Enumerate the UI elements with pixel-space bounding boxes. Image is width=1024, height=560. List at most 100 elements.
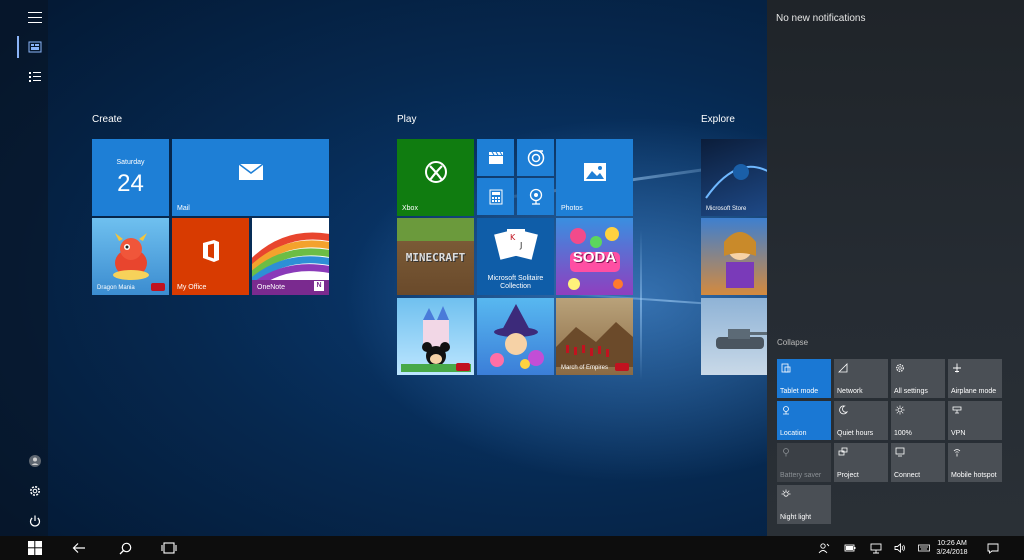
project-icon xyxy=(838,447,848,456)
user-account-icon[interactable] xyxy=(26,452,44,470)
game-badge-icon xyxy=(615,363,629,371)
people-icon[interactable] xyxy=(818,542,830,554)
notifications-icon[interactable] xyxy=(987,542,999,554)
task-view-icon xyxy=(161,542,177,554)
quick-action-label: Mobile hotspot xyxy=(951,472,997,479)
quick-action-night-light[interactable]: Night light xyxy=(777,485,831,524)
microsoft-store-label: Microsoft Store xyxy=(706,206,747,212)
volume-icon[interactable] xyxy=(894,542,906,554)
quick-action-battery-saver[interactable]: Battery saver xyxy=(777,443,831,482)
all-apps-list-icon[interactable] xyxy=(26,68,44,86)
power-icon[interactable] xyxy=(26,512,44,530)
march-of-empires-label: March of Empires xyxy=(561,365,609,371)
search-icon xyxy=(119,542,131,554)
disney-magic-kingdoms-tile[interactable] xyxy=(397,298,474,375)
my-office-tile[interactable]: My Office xyxy=(172,218,249,295)
night-light-icon xyxy=(781,489,791,497)
network-tray-icon[interactable] xyxy=(870,542,882,554)
camera-tile[interactable] xyxy=(517,178,554,215)
music-disc-icon xyxy=(517,139,554,176)
clock-time: 10:26 AM xyxy=(937,540,967,547)
dragon-mania-tile[interactable]: Dragon Mania xyxy=(92,218,169,295)
active-indicator xyxy=(17,36,19,58)
collapse-link[interactable]: Collapse xyxy=(777,338,808,347)
quick-action-label: Night light xyxy=(780,514,812,521)
bubble-witch-tile[interactable] xyxy=(477,298,554,375)
xbox-logo-icon xyxy=(397,139,474,204)
xbox-tile[interactable]: Xbox xyxy=(397,139,474,216)
onenote-tile[interactable]: OneNote N xyxy=(252,218,329,295)
playing-cards-icon: KJ xyxy=(477,218,554,273)
back-arrow-icon xyxy=(72,543,85,553)
calendar-tile[interactable]: Saturday 24 xyxy=(92,139,169,216)
quick-action-brightness[interactable]: 100% xyxy=(891,401,945,440)
quick-action-tablet-mode[interactable]: Tablet mode xyxy=(777,359,831,398)
svg-text:J: J xyxy=(519,241,522,250)
settings-gear-icon[interactable] xyxy=(26,482,44,500)
quick-action-label: Network xyxy=(837,388,863,395)
office-logo-icon xyxy=(172,218,249,283)
movies-tv-tile[interactable] xyxy=(477,139,514,176)
airplane-icon xyxy=(953,363,961,373)
march-of-empires-tile[interactable]: March of Empires xyxy=(556,298,633,375)
witch-art-icon xyxy=(477,298,554,375)
keyboard-icon[interactable] xyxy=(918,542,930,554)
solitaire-label: Microsoft Solitaire Collection xyxy=(487,275,544,290)
calendar-day-name: Saturday xyxy=(116,159,145,166)
quick-action-vpn[interactable]: VPN xyxy=(948,401,1002,440)
dragon-mania-label: Dragon Mania xyxy=(97,285,135,291)
quick-action-label: Tablet mode xyxy=(780,388,819,395)
hotspot-icon xyxy=(953,449,961,457)
quick-action-label: Quiet hours xyxy=(837,430,874,437)
envelope-icon xyxy=(172,139,329,204)
quick-action-label: All settings xyxy=(894,388,928,395)
start-button[interactable] xyxy=(20,536,50,560)
quick-action-all-settings[interactable]: All settings xyxy=(891,359,945,398)
photos-tile[interactable]: Photos xyxy=(556,139,633,216)
quick-action-label: Airplane mode xyxy=(951,388,997,395)
quick-action-airplane-mode[interactable]: Airplane mode xyxy=(948,359,1002,398)
minecraft-tile[interactable]: MINECRAFT xyxy=(397,218,474,295)
search-button[interactable] xyxy=(110,536,140,560)
quick-action-label: VPN xyxy=(951,430,966,437)
groove-music-tile[interactable] xyxy=(517,139,554,176)
taskbar: 10:26 AM 3/24/2018 xyxy=(0,536,1024,560)
taskbar-clock[interactable]: 10:26 AM 3/24/2018 xyxy=(930,539,974,557)
quick-action-label: Project xyxy=(837,472,859,479)
solitaire-tile[interactable]: KJ Microsoft Solitaire Collection xyxy=(477,218,554,295)
quick-action-network[interactable]: Network xyxy=(834,359,888,398)
moon-icon xyxy=(839,405,848,415)
back-button[interactable] xyxy=(64,536,94,560)
vpn-icon xyxy=(952,406,962,414)
mail-tile[interactable]: Mail xyxy=(172,139,329,216)
clock-date: 3/24/2018 xyxy=(936,549,968,556)
battery-saver-icon xyxy=(783,448,789,457)
battery-icon[interactable] xyxy=(844,542,856,554)
quick-action-location[interactable]: Location xyxy=(777,401,831,440)
candy-crush-soda-tile[interactable]: SODA xyxy=(556,218,633,295)
quick-action-mobile-hotspot[interactable]: Mobile hotspot xyxy=(948,443,1002,482)
network-icon xyxy=(838,363,848,373)
calculator-icon xyxy=(477,178,514,215)
my-office-label: My Office xyxy=(177,284,207,291)
quick-action-quiet-hours[interactable]: Quiet hours xyxy=(834,401,888,440)
pinned-tiles-icon[interactable] xyxy=(26,38,44,56)
mail-tile-label: Mail xyxy=(177,205,190,212)
group-title-create[interactable]: Create xyxy=(92,114,122,125)
minecraft-logo-text: MINECRAFT xyxy=(405,251,466,264)
tablet-icon xyxy=(781,363,791,373)
soda-logo-text: SODA xyxy=(572,249,617,266)
location-icon xyxy=(783,406,789,415)
task-view-button[interactable] xyxy=(154,536,184,560)
quick-action-connect[interactable]: Connect xyxy=(891,443,945,482)
group-title-explore[interactable]: Explore xyxy=(701,114,735,125)
wallpaper-light-beam xyxy=(640,230,642,380)
action-center-panel: No new notifications Collapse Tablet mod… xyxy=(767,0,1024,536)
group-title-play[interactable]: Play xyxy=(397,114,416,125)
quick-action-project[interactable]: Project xyxy=(834,443,888,482)
game-badge-icon xyxy=(456,363,470,371)
hamburger-menu-icon[interactable] xyxy=(28,12,42,24)
clapperboard-icon xyxy=(477,139,514,176)
onenote-label: OneNote xyxy=(257,284,286,291)
calculator-tile[interactable] xyxy=(477,178,514,215)
